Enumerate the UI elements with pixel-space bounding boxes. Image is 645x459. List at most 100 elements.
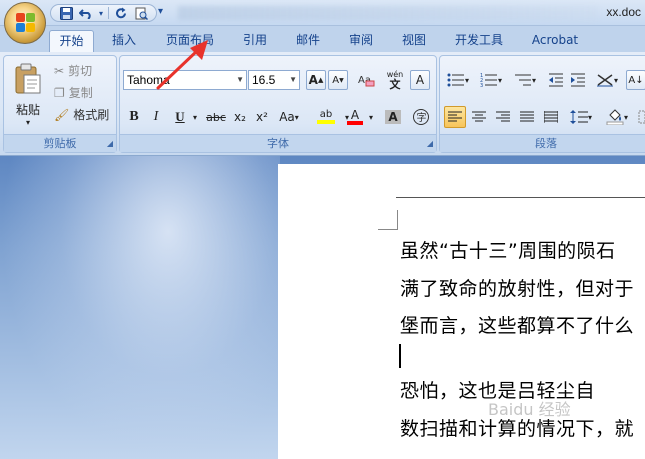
- document-page[interactable]: 虽然“古十三”周围的陨石 满了致命的放射性，但对于 堡而言，这些都算不了什么 恐…: [278, 164, 645, 459]
- paste-label: 粘贴: [15, 103, 40, 117]
- dialog-launcher-icon[interactable]: ◢: [427, 139, 433, 148]
- superscript-button[interactable]: x²: [252, 106, 272, 128]
- title-bar: ▾ ▾ xx.doc: [0, 0, 645, 26]
- clipboard-group-label: 剪贴板: [4, 134, 116, 152]
- align-right-button[interactable]: [492, 106, 514, 128]
- undo-icon[interactable]: [77, 5, 95, 21]
- svg-text:3: 3: [480, 83, 483, 87]
- borders-icon: [638, 110, 645, 124]
- justify-button[interactable]: [516, 106, 538, 128]
- tab-home[interactable]: 开始: [49, 30, 94, 52]
- borders-button[interactable]: [636, 106, 645, 128]
- chevron-down-icon: ▼: [289, 75, 297, 84]
- highlight-label: ab: [319, 109, 333, 120]
- paint-bucket-icon: [606, 109, 624, 125]
- highlight-button[interactable]: ab: [310, 106, 342, 128]
- font-color-button[interactable]: A: [344, 106, 366, 128]
- align-center-icon: [472, 111, 486, 122]
- subscript-button[interactable]: x₂: [230, 106, 250, 128]
- tab-review[interactable]: 审阅: [340, 30, 382, 52]
- office-logo-icon: [16, 13, 36, 33]
- underline-button[interactable]: U: [170, 106, 190, 128]
- font-group-label: 字体: [120, 134, 436, 152]
- shrink-font-label: A: [332, 74, 340, 86]
- office-button[interactable]: [4, 2, 46, 44]
- sort-icon: A↓: [628, 74, 644, 86]
- chevron-down-icon: ▾: [623, 112, 628, 122]
- document-line: 堡而言，这些都算不了什么: [400, 315, 635, 337]
- customize-toolbar-icon[interactable]: ▾: [158, 6, 163, 17]
- copy-icon: ❐: [54, 85, 65, 100]
- margin-corner-mark: [378, 210, 398, 230]
- document-background-glow: [0, 156, 280, 459]
- align-right-icon: [496, 111, 510, 122]
- document-line: 满了致命的放射性，但对于: [400, 278, 635, 300]
- underline-dropdown-icon[interactable]: ▾: [190, 106, 200, 128]
- enclose-characters-button[interactable]: 字: [410, 106, 432, 128]
- align-center-button[interactable]: [468, 106, 490, 128]
- chevron-down-icon: ▾: [587, 112, 592, 122]
- shrink-font-button[interactable]: A ▼: [328, 70, 348, 90]
- document-line: 虽然“古十三”周围的陨石: [400, 240, 616, 262]
- format-painter-button[interactable]: 🖌 格式刷: [54, 106, 109, 123]
- sort-button[interactable]: A↓: [626, 70, 645, 90]
- clear-formatting-button[interactable]: Aa: [354, 70, 378, 90]
- tab-developer[interactable]: 开发工具: [446, 30, 512, 52]
- bullets-icon: [447, 73, 464, 87]
- multilevel-list-button[interactable]: ▾: [510, 70, 540, 90]
- redo-icon[interactable]: [112, 5, 130, 21]
- tab-acrobat[interactable]: Acrobat: [524, 30, 586, 52]
- distributed-button[interactable]: [540, 106, 562, 128]
- line-spacing-icon: [569, 110, 588, 124]
- chinese-layout-icon: [596, 74, 613, 87]
- character-border-button[interactable]: A: [410, 70, 430, 90]
- chinese-layout-button[interactable]: ▾: [592, 70, 622, 90]
- increase-indent-button[interactable]: [568, 70, 588, 90]
- decrease-indent-button[interactable]: [546, 70, 566, 90]
- tab-references[interactable]: 引用: [234, 30, 276, 52]
- print-preview-icon[interactable]: [132, 5, 150, 21]
- red-arrow-annotation: [156, 40, 208, 90]
- scissors-icon: ✂: [54, 63, 65, 78]
- tab-view[interactable]: 视图: [393, 30, 435, 52]
- tab-insert[interactable]: 插入: [103, 30, 145, 52]
- character-shading-button[interactable]: A: [382, 106, 404, 128]
- bold-button[interactable]: B: [124, 106, 144, 128]
- svg-text:字: 字: [417, 111, 427, 124]
- strikethrough-label: abc: [206, 110, 226, 124]
- bullets-button[interactable]: ▾: [444, 70, 472, 90]
- numbering-button[interactable]: 123 ▾: [476, 70, 506, 90]
- clipboard-group: 粘贴 ▾ ✂ 剪切 ❐ 复制 🖌 格式刷 剪贴板 ◢: [3, 55, 117, 153]
- header-rule: [396, 197, 645, 198]
- text-cursor: [399, 344, 401, 368]
- highlight-color-bar: [317, 120, 335, 124]
- paste-button[interactable]: 粘贴 ▾: [8, 59, 48, 131]
- separator: [108, 7, 109, 19]
- font-size-select[interactable]: 16.5 ▼: [248, 70, 300, 90]
- save-icon[interactable]: [57, 5, 75, 21]
- quick-access-toolbar: ▾: [50, 4, 157, 22]
- chevron-down-icon: ▾: [531, 75, 536, 85]
- dialog-launcher-icon[interactable]: ◢: [107, 139, 113, 148]
- grow-font-button[interactable]: A ▲: [306, 70, 326, 90]
- shading-button[interactable]: ▾: [602, 106, 632, 128]
- phonetic-guide-button[interactable]: wén 文: [382, 69, 408, 91]
- copy-button[interactable]: ❐ 复制: [54, 84, 93, 101]
- cut-button[interactable]: ✂ 剪切: [54, 62, 92, 79]
- paste-icon: [15, 63, 41, 94]
- font-size-value: 16.5: [252, 73, 276, 87]
- align-left-button[interactable]: [444, 106, 466, 128]
- paste-dropdown-icon: ▾: [25, 118, 30, 127]
- italic-button[interactable]: I: [146, 106, 166, 128]
- window-title: xx.doc: [606, 5, 641, 19]
- undo-dropdown-icon[interactable]: ▾: [97, 5, 105, 21]
- strikethrough-button[interactable]: abc: [204, 106, 228, 128]
- font-color-dropdown-icon[interactable]: ▾: [366, 106, 376, 128]
- cut-label: 剪切: [68, 64, 93, 78]
- change-case-button[interactable]: Aa ▾: [276, 106, 302, 128]
- underline-label: U: [175, 109, 185, 124]
- copy-label: 复制: [68, 86, 93, 100]
- line-spacing-button[interactable]: ▾: [566, 106, 596, 128]
- ribbon: 粘贴 ▾ ✂ 剪切 ❐ 复制 🖌 格式刷 剪贴板 ◢ Tahoma ▼ 16.5…: [0, 52, 645, 156]
- tab-mailings[interactable]: 邮件: [287, 30, 329, 52]
